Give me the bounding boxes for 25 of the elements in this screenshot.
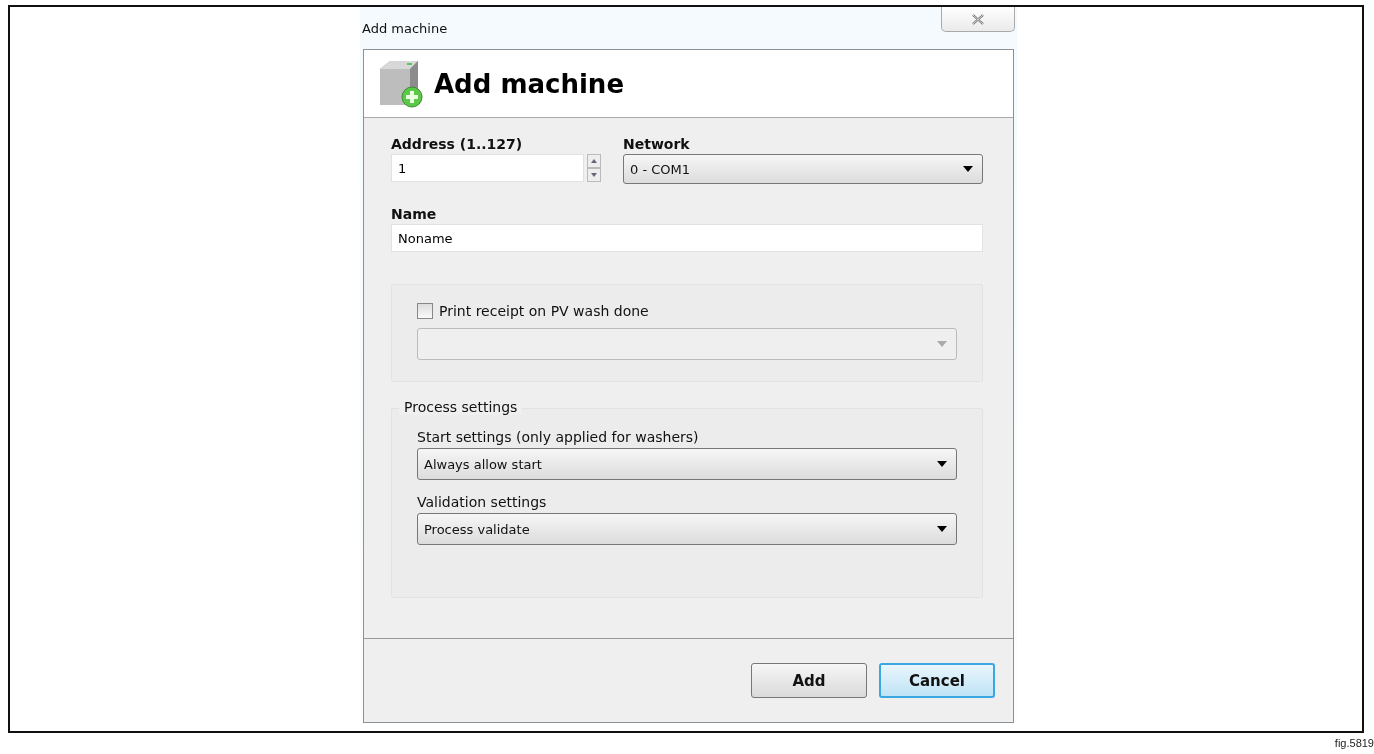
name-label: Name	[391, 206, 438, 222]
dialog-heading: Add machine	[434, 68, 624, 99]
setting-dropdown[interactable]: Process validate	[417, 513, 957, 545]
checkbox[interactable]	[417, 303, 433, 319]
setting-label: Start settings (only applied for washers)	[417, 429, 700, 445]
dialog-button[interactable]: Add	[751, 663, 867, 698]
address-label: Address (1..127)	[391, 136, 524, 152]
name-input[interactable]: Noname	[391, 224, 983, 252]
figure-label: fig.5819	[1334, 737, 1374, 749]
dropdown-arrow-icon	[937, 341, 947, 347]
spinner-control[interactable]	[587, 154, 601, 182]
network-label: Network	[623, 136, 691, 152]
setting-label: Validation settings	[417, 494, 548, 510]
dropdown-arrow-icon	[937, 461, 947, 467]
dropdown-arrow-icon	[937, 526, 947, 532]
close-button[interactable]	[941, 7, 1015, 32]
print-receipt-label: Print receipt on PV wash done	[439, 303, 649, 319]
setting-dropdown[interactable]: Always allow start	[417, 448, 957, 480]
group-legend: Process settings	[399, 399, 523, 415]
dropdown-arrow-icon	[963, 166, 973, 172]
dialog-button[interactable]: Cancel	[879, 663, 995, 698]
network-dropdown[interactable]: 0 - COM1	[623, 154, 983, 184]
address-input[interactable]: 1	[391, 154, 584, 182]
close-icon	[972, 13, 984, 25]
window-title: Add machine	[362, 21, 448, 36]
